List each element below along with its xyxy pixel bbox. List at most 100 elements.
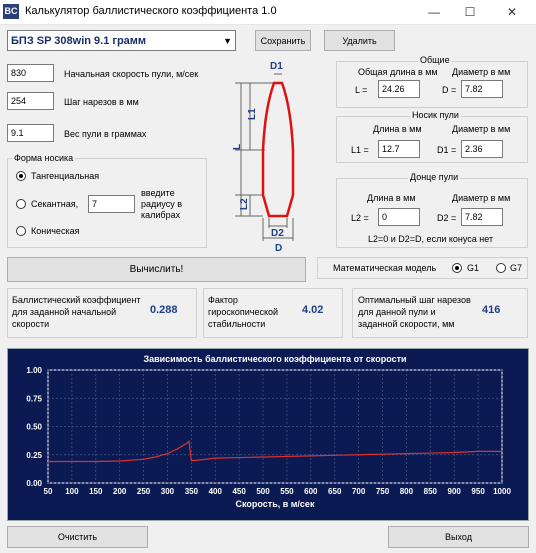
bc-result-label: Баллистический коэффициент для заданной … — [12, 295, 141, 329]
twist-result-label: Оптимальный шаг нарезов для данной пули … — [358, 295, 471, 329]
x-tick-label: 800 — [400, 487, 414, 496]
general-length-input[interactable]: 24.26 — [378, 80, 420, 98]
g7-radio[interactable] — [496, 263, 506, 273]
x-tick-label: 400 — [209, 487, 223, 496]
nose-diam-label: Диаметр в мм — [452, 124, 511, 134]
delete-button[interactable]: Удалить — [324, 30, 395, 51]
x-tick-label: 850 — [424, 487, 438, 496]
model-label: Математическая модель — [333, 263, 437, 273]
x-tick-label: 50 — [44, 487, 53, 496]
x-tick-label: 100 — [65, 487, 79, 496]
general-diam-label: Диаметр в мм — [452, 67, 511, 77]
general-l-prefix: L = — [355, 85, 368, 95]
x-tick-label: 300 — [161, 487, 175, 496]
diagram-l1-label: L1 — [247, 108, 258, 120]
base-length-label: Длина в мм — [367, 193, 416, 203]
exit-button[interactable]: Выход — [388, 526, 529, 548]
x-tick-label: 600 — [304, 487, 318, 496]
g1-label: G1 — [467, 263, 480, 273]
base-l-prefix: L2 = — [351, 213, 369, 223]
secant-label: Секантная, — [31, 199, 79, 209]
x-tick-label: 900 — [448, 487, 462, 496]
chart-panel: Зависимость баллистического коэффициента… — [7, 348, 529, 521]
nose-d-prefix: D1 = — [437, 145, 457, 155]
chevron-down-icon: ▼ — [223, 36, 232, 46]
y-tick-label: 1.00 — [26, 366, 42, 375]
conical-label: Коническая — [31, 226, 80, 236]
twist-label: Шаг нарезов в мм — [64, 97, 139, 107]
x-tick-label: 750 — [376, 487, 390, 496]
nose-l-prefix: L1 = — [351, 145, 369, 155]
x-tick-label: 350 — [185, 487, 199, 496]
x-axis-label: Скорость, в м/сек — [236, 499, 315, 509]
base-diam-label: Диаметр в мм — [452, 193, 511, 203]
x-tick-label: 700 — [352, 487, 366, 496]
bullet-select-value: БПЗ SP 308win 9.1 грамм — [11, 34, 147, 47]
diagram-d-label: D — [275, 243, 282, 254]
save-button[interactable]: Сохранить — [255, 30, 311, 51]
app-icon: BC — [3, 4, 19, 19]
secant-radius-input[interactable]: 7 — [88, 195, 135, 213]
diagram-l2-label: L2 — [239, 198, 250, 210]
diagram-l-label: L — [232, 144, 243, 150]
g7-label: G7 — [510, 263, 523, 273]
x-tick-label: 950 — [471, 487, 485, 496]
gyro-result-label: Фактор гироскопической стабильности — [208, 295, 279, 329]
bullet-select[interactable]: БПЗ SP 308win 9.1 грамм ▼ — [7, 30, 236, 51]
general-diam-input[interactable]: 7.82 — [461, 80, 503, 98]
base-title: Донце пули — [408, 172, 461, 182]
twist-input[interactable]: 254 — [7, 92, 54, 110]
close-button[interactable]: ✕ — [492, 2, 532, 22]
base-length-input[interactable]: 0 — [378, 208, 420, 226]
x-tick-label: 1000 — [493, 487, 511, 496]
tangent-label: Тангенциальная — [31, 171, 100, 181]
y-tick-label: 0.50 — [26, 423, 42, 432]
base-diam-input[interactable]: 7.82 — [461, 208, 503, 226]
x-tick-label: 250 — [137, 487, 151, 496]
bullet-outline — [261, 81, 295, 218]
x-tick-label: 150 — [89, 487, 103, 496]
bullet-diagram: D1 L1 L L2 D2 D — [232, 61, 295, 254]
nose-shape-title: Форма носика — [12, 153, 76, 163]
base-d-prefix: D2 = — [437, 213, 457, 223]
x-tick-label: 550 — [280, 487, 294, 496]
gyro-result-value: 4.02 — [302, 304, 324, 316]
secant-hint: введите радиусу в калибрах — [141, 188, 182, 220]
secant-radio[interactable] — [16, 199, 26, 209]
chart-title: Зависимость баллистического коэффициента… — [143, 354, 406, 364]
y-tick-label: 0.25 — [26, 451, 42, 460]
maximize-button[interactable]: ☐ — [450, 2, 490, 22]
nose-length-input[interactable]: 12.7 — [378, 140, 420, 158]
x-tick-label: 200 — [113, 487, 127, 496]
tangent-radio[interactable] — [16, 171, 26, 181]
nose-length-label: Длина в мм — [373, 124, 422, 134]
general-length-label: Общая длина в мм — [358, 67, 438, 77]
base-note: L2=0 и D2=D, если конуса нет — [368, 234, 494, 244]
y-tick-label: 0.00 — [26, 479, 42, 488]
nose-diam-input[interactable]: 2.36 — [461, 140, 503, 158]
x-tick-label: 450 — [232, 487, 246, 496]
diagram-d2-label: D2 — [271, 228, 284, 239]
bc-result-value: 0.288 — [150, 304, 178, 316]
velocity-label: Начальная скорость пули, м/сек — [64, 69, 199, 79]
window-title: Калькулятор баллистического коэффициента… — [25, 5, 277, 17]
x-tick-label: 500 — [256, 487, 270, 496]
bc-chart: Зависимость баллистического коэффициента… — [26, 354, 511, 509]
y-tick-label: 0.75 — [26, 394, 42, 403]
clear-button[interactable]: Очистить — [7, 526, 148, 548]
x-tick-label: 650 — [328, 487, 342, 496]
calculate-button[interactable]: Вычислить! — [7, 257, 306, 282]
minimize-button[interactable]: — — [414, 2, 454, 22]
conical-radio[interactable] — [16, 226, 26, 236]
general-d-prefix: D = — [442, 85, 457, 95]
general-title: Общие — [418, 55, 452, 65]
title-bar: BC Калькулятор баллистического коэффицие… — [0, 0, 536, 25]
series-line — [48, 439, 502, 463]
weight-label: Вес пули в граммах — [64, 129, 147, 139]
diagram-d1-label: D1 — [270, 61, 283, 72]
g1-radio[interactable] — [452, 263, 462, 273]
weight-input[interactable]: 9.1 — [7, 124, 54, 142]
velocity-input[interactable]: 830 — [7, 64, 54, 82]
twist-result-value: 416 — [482, 304, 501, 316]
nose-title: Носик пули — [410, 110, 461, 120]
